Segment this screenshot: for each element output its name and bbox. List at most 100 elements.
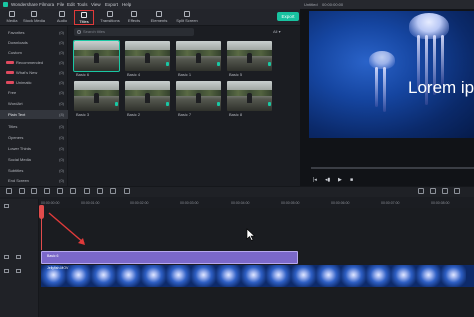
undo-icon[interactable] (6, 188, 12, 194)
sidebar-item-wordart[interactable]: WordArt (0) (0, 99, 68, 108)
tab-audio-label: Audio (56, 18, 68, 23)
ruler-tick: 00:00:05:00 (281, 201, 300, 205)
tab-media-label: Media (6, 18, 18, 23)
render-icon[interactable] (418, 188, 424, 194)
playhead-handle[interactable] (39, 205, 44, 219)
video-clip[interactable] (41, 265, 474, 287)
sidebar-item-free[interactable]: Free (0) (0, 88, 68, 97)
download-icon[interactable] (166, 102, 169, 106)
sidebar-item-unimatic[interactable]: Unimatic (0) (0, 78, 68, 87)
tab-media[interactable]: Media (2, 10, 22, 25)
sidebar-item-count: (0) (59, 80, 64, 85)
speed-icon[interactable] (70, 188, 76, 194)
title-thumbnail[interactable] (176, 81, 221, 111)
sidebar-item-subtitles[interactable]: Subtitles (0) (0, 166, 68, 175)
color-icon[interactable] (84, 188, 90, 194)
track-lock-icon[interactable] (4, 255, 9, 259)
download-icon[interactable] (217, 62, 220, 66)
download-icon[interactable] (115, 102, 118, 106)
play-icon[interactable]: ▶ (338, 177, 342, 183)
video-frame (341, 265, 366, 287)
sidebar-item-social-media[interactable]: Social Media (0) (0, 155, 68, 164)
video-frame (66, 265, 91, 287)
track-visibility-icon[interactable] (16, 269, 21, 273)
step-back-icon[interactable]: ◂▮ (325, 177, 330, 183)
tab-titles[interactable]: Titles (74, 10, 94, 25)
video-frame (266, 265, 291, 287)
sidebar-item-count: (8) (59, 112, 64, 117)
search-input[interactable]: Search titles (74, 28, 194, 36)
menu-export[interactable]: Export (105, 0, 118, 9)
video-frame (291, 265, 316, 287)
title-thumbnail[interactable] (125, 41, 170, 71)
sidebar-item-count: (0) (59, 146, 64, 151)
ruler-tick: 00:00:01:00 (81, 201, 100, 205)
tab-transitions[interactable]: Transitions (98, 10, 122, 25)
download-icon[interactable] (268, 102, 271, 106)
green-screen-icon[interactable] (110, 188, 116, 194)
sidebar-item-whats-new[interactable]: What's New (0) (0, 68, 68, 77)
effects-icon (131, 11, 137, 17)
video-frame (166, 265, 191, 287)
snapshot-icon[interactable] (442, 188, 448, 194)
preview-video (309, 11, 474, 138)
sidebar-item-recommended[interactable]: Recommended (0) (0, 58, 68, 67)
preview-title-text[interactable]: Lorem ip (408, 78, 474, 98)
zoom-icon[interactable] (454, 188, 460, 194)
sidebar-item-label: Lower Thirds (8, 146, 32, 151)
sidebar-item-custom[interactable]: Custom (0) (0, 48, 68, 57)
sidebar-item-plain-text[interactable]: Plain Text (8) (0, 110, 68, 119)
title-clip[interactable]: Basic 6 (41, 251, 298, 264)
sidebar-item-titles[interactable]: Titles (0) (0, 122, 68, 131)
video-clip-label: Jellyfish.MOV (47, 266, 69, 270)
timeline-ruler[interactable]: 00:00:00:00 00:00:01:00 00:00:02:00 00:0… (39, 199, 474, 208)
sidebar-item-lower-thirds[interactable]: Lower Thirds (0) (0, 144, 68, 153)
track-lock-icon[interactable] (4, 269, 9, 273)
sidebar-item-favorites[interactable]: Favorites (0) (0, 28, 68, 37)
title-thumbnail[interactable] (176, 41, 221, 71)
delete-icon[interactable] (31, 188, 37, 194)
sidebar-item-label: Subtitles (8, 168, 24, 173)
mic-icon[interactable] (430, 188, 436, 194)
add-track-icon[interactable] (4, 204, 9, 208)
redo-icon[interactable] (19, 188, 25, 194)
menu-edit[interactable]: Edit (67, 0, 75, 9)
sidebar-item-count: (0) (59, 90, 64, 95)
sidebar-item-count: (0) (59, 135, 64, 140)
jellyfish-tentacle (383, 67, 386, 112)
tab-split-screen[interactable]: Split Screen (174, 10, 200, 25)
audio-wave-icon[interactable] (124, 188, 130, 194)
download-icon[interactable] (166, 62, 169, 66)
preview-scrubber[interactable] (311, 167, 474, 169)
tab-stock-media[interactable]: Stock Media (22, 10, 46, 25)
track-visibility-icon[interactable] (16, 255, 21, 259)
adjust-icon[interactable] (97, 188, 103, 194)
stop-icon[interactable]: ■ (350, 177, 353, 183)
menu-file[interactable]: File (57, 0, 64, 9)
title-thumbnail[interactable] (227, 81, 272, 111)
download-icon[interactable] (217, 102, 220, 106)
title-thumbnail[interactable] (227, 41, 272, 71)
title-thumbnail[interactable] (125, 81, 170, 111)
download-icon[interactable] (268, 62, 271, 66)
thumbnail-label: Basic 2 (127, 112, 141, 117)
menu-tools[interactable]: Tools (77, 0, 88, 9)
crop-icon[interactable] (57, 188, 63, 194)
tab-audio[interactable]: Audio (52, 10, 72, 25)
title-thumbnail[interactable] (74, 81, 119, 111)
tab-effects[interactable]: Effects (124, 10, 144, 25)
sidebar-item-downloads[interactable]: Downloads (0) (0, 38, 68, 47)
menu-view[interactable]: View (91, 0, 101, 9)
tab-elements[interactable]: Elements (148, 10, 170, 25)
badge-icon (6, 61, 14, 65)
sidebar-item-openers[interactable]: Openers (0) (0, 133, 68, 142)
thumbnail-label: Basic 8 (229, 112, 243, 117)
cut-icon[interactable] (44, 188, 50, 194)
menu-help[interactable]: Help (122, 0, 131, 9)
title-thumbnail[interactable] (73, 40, 120, 72)
filter-dropdown[interactable]: All ▾ (273, 28, 293, 36)
sidebar-item-end-screen[interactable]: End Screen (0) (0, 176, 68, 185)
sidebar-item-label: Free (8, 90, 17, 95)
export-button[interactable]: Export (277, 12, 299, 21)
previous-frame-icon[interactable]: |◂ (313, 177, 317, 183)
